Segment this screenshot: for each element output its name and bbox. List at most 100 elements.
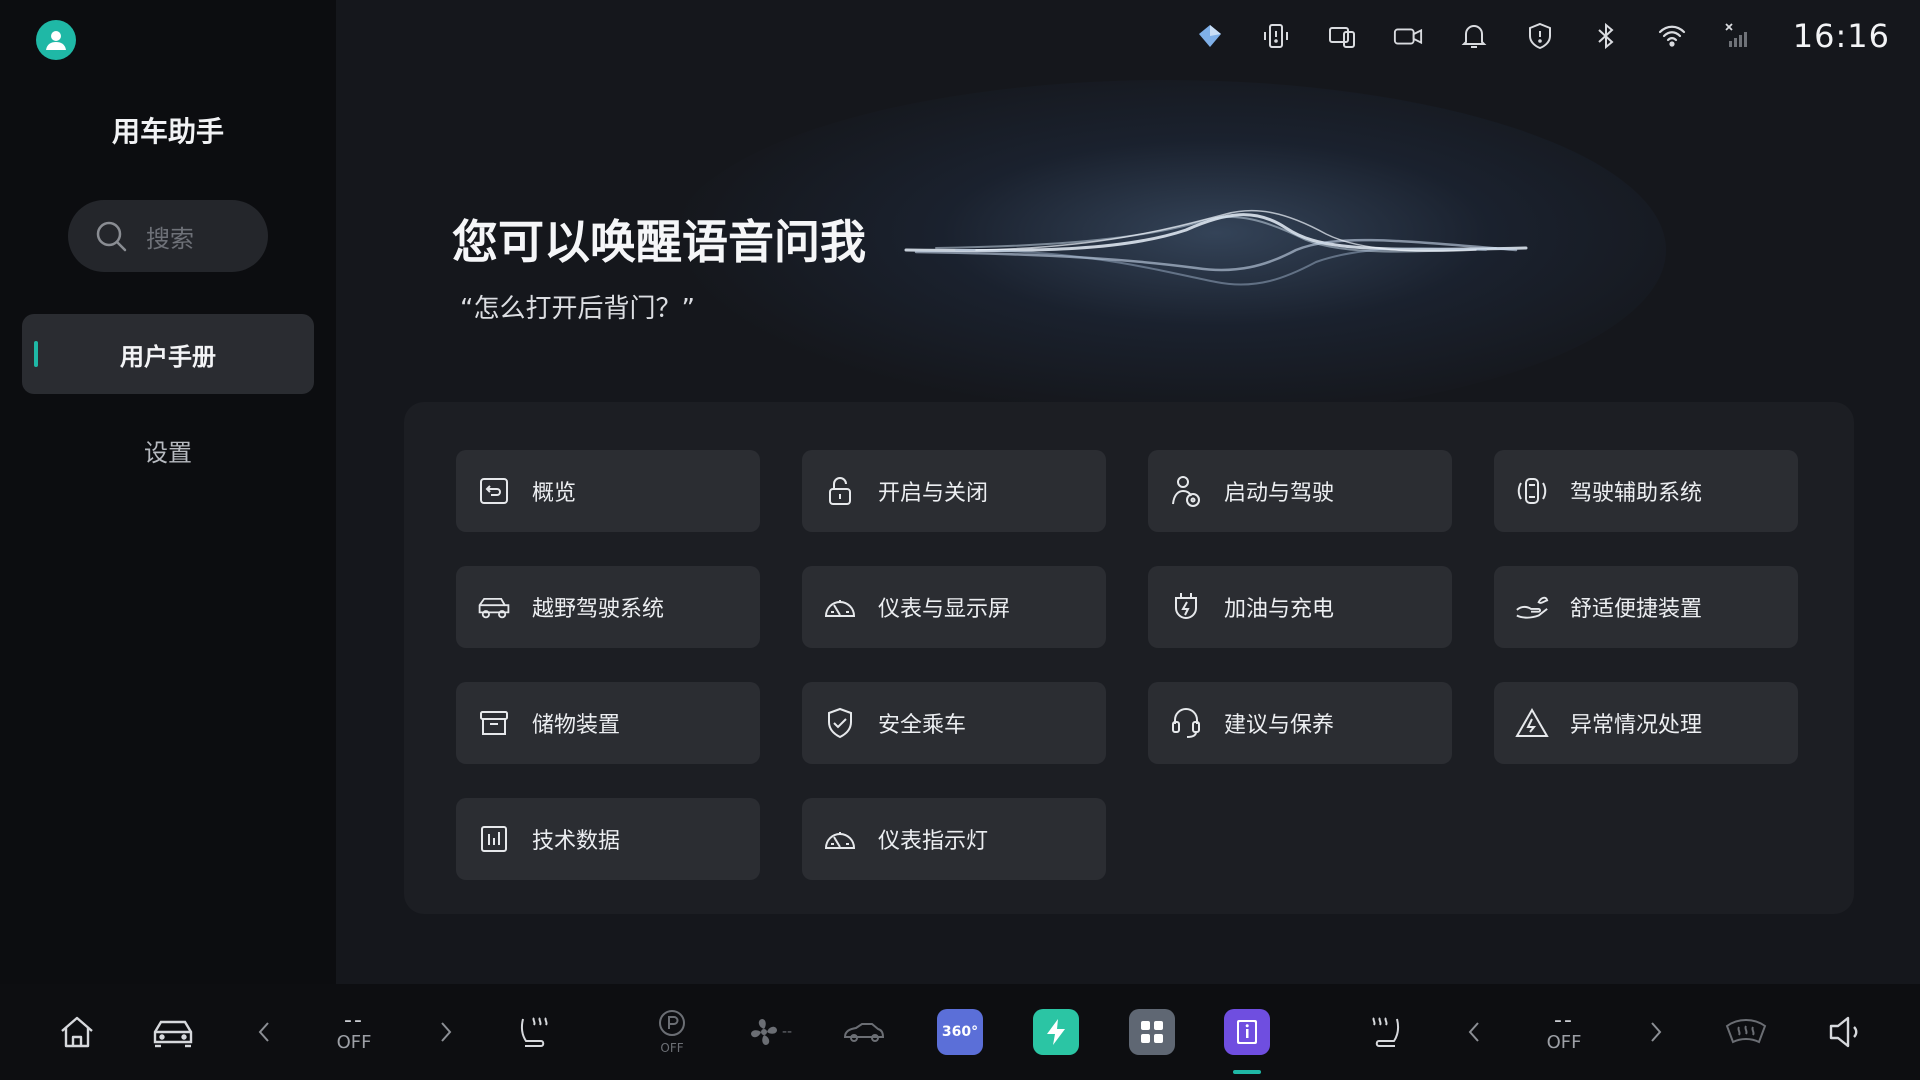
category-label: 启动与驾驶 (1224, 481, 1335, 506)
parking-button[interactable]: OFF (650, 998, 694, 1066)
overview-icon (476, 473, 512, 509)
app-title: 用车助手 (111, 115, 224, 148)
category-safety[interactable]: 安全乘车 (802, 682, 1106, 764)
apps-grid-button[interactable] (1129, 998, 1175, 1066)
apps-grid-icon (1129, 1009, 1175, 1055)
sidebar-item-label: 用户手册 (120, 342, 216, 371)
category-panel: 概览 开启与关闭 启动与驾驶 驾驶辅助系统 越野驾驶系统 仪表与显示屏 加油与充… (404, 402, 1854, 914)
category-label: 储物装置 (532, 713, 621, 738)
category-label: 仪表指示灯 (878, 829, 989, 854)
category-offroad[interactable]: 越野驾驶系统 (456, 566, 760, 648)
hero-subtitle: “怎么打开后背门？” (460, 294, 695, 324)
user-manual-app-button[interactable] (1224, 998, 1270, 1066)
right-temp-up-button[interactable] (1644, 998, 1668, 1066)
camera-icon[interactable] (1393, 21, 1423, 51)
lightning-icon (1033, 1009, 1079, 1055)
screen-share-icon[interactable] (1327, 21, 1357, 51)
gauge-icon (822, 821, 858, 857)
chevron-left-icon (1468, 1022, 1479, 1042)
home-icon (61, 1016, 93, 1048)
no-signal-icon[interactable] (1723, 21, 1753, 51)
chevron-right-icon (441, 1022, 452, 1042)
gem-icon[interactable] (1195, 21, 1225, 51)
seat-heat-icon (1372, 1017, 1399, 1047)
left-temp-status: OFF (336, 1031, 372, 1053)
sidebar-item-label: 设置 (144, 438, 192, 467)
speaker-icon (1829, 1016, 1858, 1048)
vehicle-button[interactable] (150, 998, 196, 1066)
category-label: 概览 (532, 481, 577, 506)
passenger-seat-heat-button[interactable] (1364, 998, 1404, 1066)
right-temp-value: -- (1554, 1007, 1574, 1033)
sidebar: 用车助手 搜索 用户手册 设置 (0, 0, 336, 984)
category-tech-data[interactable]: 技术数据 (456, 798, 760, 880)
wifi-icon[interactable] (1657, 21, 1687, 51)
phone-alert-icon[interactable] (1261, 21, 1291, 51)
category-comfort[interactable]: 舒适便捷装置 (1494, 566, 1798, 648)
charging-plug-icon (1168, 589, 1204, 625)
headset-icon (1168, 705, 1204, 741)
sidebar-item-user-manual[interactable]: 用户手册 (22, 314, 314, 394)
right-temp-display: -- OFF (1536, 998, 1592, 1066)
shield-icon[interactable] (1525, 21, 1555, 51)
search-input[interactable]: 搜索 (68, 200, 268, 272)
data-chart-icon (476, 821, 512, 857)
category-label: 加油与充电 (1224, 597, 1335, 622)
car-wash-button[interactable] (842, 998, 886, 1066)
category-overview[interactable]: 概览 (456, 450, 760, 532)
parking-status: OFF (660, 1041, 684, 1055)
car-icon (153, 1020, 193, 1048)
right-temp-status: OFF (1546, 1031, 1582, 1053)
safety-shield-icon (822, 705, 858, 741)
user-avatar-icon[interactable] (36, 20, 76, 60)
active-app-indicator (1233, 1070, 1261, 1074)
voice-wave-graphic (904, 209, 1528, 286)
fan-icon (750, 1019, 777, 1045)
category-maintenance[interactable]: 建议与保养 (1148, 682, 1452, 764)
left-temp-display: -- OFF (326, 998, 382, 1066)
category-label: 开启与关闭 (878, 481, 989, 506)
left-temp-up-button[interactable] (434, 998, 458, 1066)
car-outline-icon (843, 1023, 885, 1042)
category-instrument-display[interactable]: 仪表与显示屏 (802, 566, 1106, 648)
lock-icon (822, 473, 858, 509)
offroad-vehicle-icon (476, 589, 512, 625)
search-icon (96, 221, 127, 252)
gauge-icon (822, 589, 858, 625)
home-button[interactable] (56, 998, 98, 1066)
category-driver-assist[interactable]: 驾驶辅助系统 (1494, 450, 1798, 532)
right-temp-down-button[interactable] (1462, 998, 1486, 1066)
category-label: 驾驶辅助系统 (1570, 481, 1703, 506)
camera-360-button[interactable]: 360° (937, 998, 983, 1066)
category-label: 建议与保养 (1224, 713, 1335, 738)
clock: 16:16 (1792, 17, 1890, 55)
search-placeholder: 搜索 (146, 224, 194, 253)
storage-box-icon (476, 705, 512, 741)
volume-button[interactable] (1826, 998, 1862, 1066)
comfort-hand-icon (1514, 589, 1550, 625)
category-start-drive[interactable]: 启动与驾驶 (1148, 450, 1452, 532)
fan-level: -- (781, 1024, 793, 1040)
defrost-button[interactable] (1724, 998, 1768, 1066)
driver-seat-heat-button[interactable] (516, 998, 556, 1066)
left-temp-down-button[interactable] (252, 998, 276, 1066)
sidebar-item-settings[interactable]: 设置 (22, 410, 314, 490)
bell-icon[interactable] (1459, 21, 1489, 51)
charging-app-button[interactable] (1033, 998, 1079, 1066)
category-abnormal[interactable]: 异常情况处理 (1494, 682, 1798, 764)
category-storage[interactable]: 储物装置 (456, 682, 760, 764)
bottom-dock: -- OFF OFF -- 360° -- OFF (0, 984, 1920, 1080)
info-book-icon (1224, 1009, 1270, 1055)
defrost-icon (1725, 1019, 1767, 1044)
category-open-close[interactable]: 开启与关闭 (802, 450, 1106, 532)
fan-button[interactable]: -- (742, 998, 798, 1066)
parking-icon (659, 1010, 685, 1036)
category-fuel-charge[interactable]: 加油与充电 (1148, 566, 1452, 648)
status-bar: 16:16 (1195, 14, 1890, 58)
category-indicator-lights[interactable]: 仪表指示灯 (802, 798, 1106, 880)
left-temp-value: -- (344, 1007, 364, 1033)
bluetooth-icon[interactable] (1591, 21, 1621, 51)
category-label: 异常情况处理 (1570, 713, 1703, 738)
category-label: 仪表与显示屏 (878, 597, 1011, 622)
camera-360-icon: 360° (937, 1009, 983, 1055)
